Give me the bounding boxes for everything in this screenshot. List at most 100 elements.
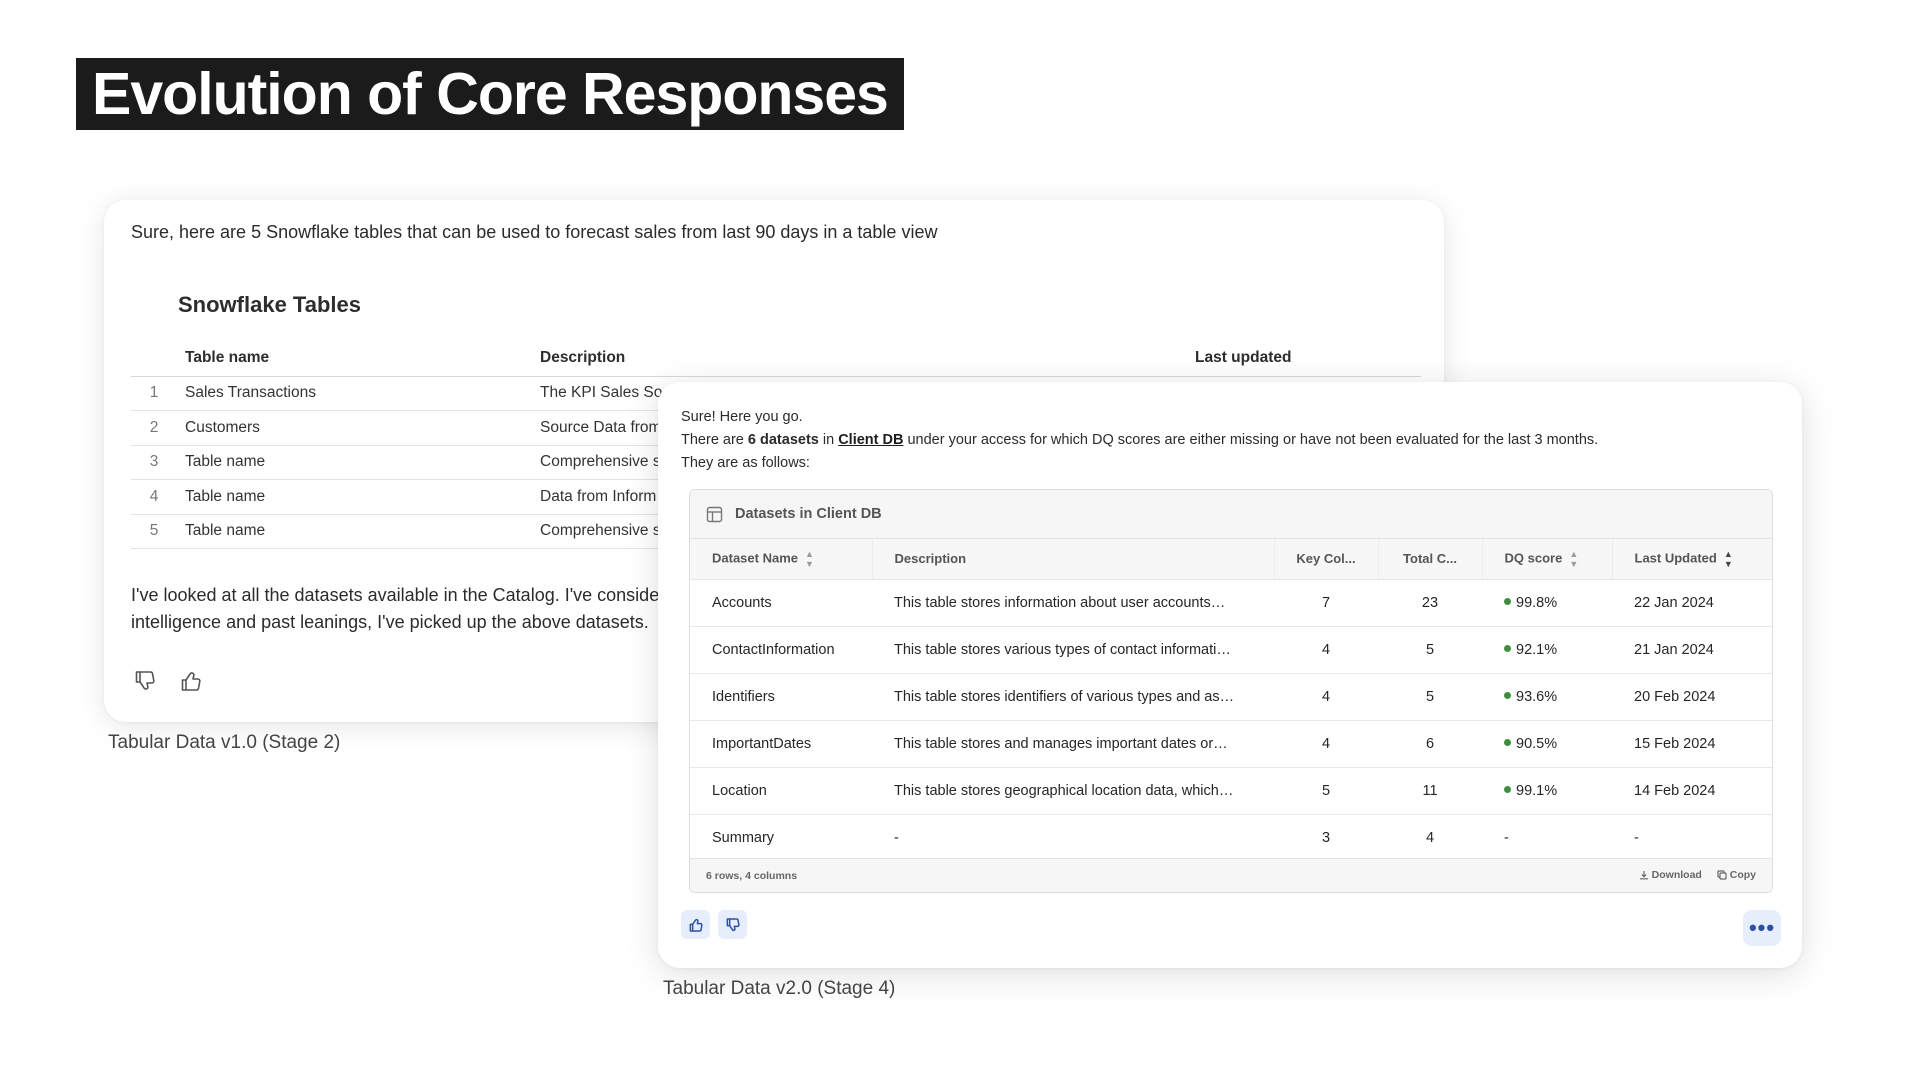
footer-actions: Download Copy: [1627, 869, 1756, 883]
description-cell: This table stores information about user…: [872, 579, 1274, 627]
total-columns-cell: 11: [1378, 767, 1482, 815]
v1-caption: Tabular Data v1.0 (Stage 2): [108, 732, 341, 753]
thumbs-down-button[interactable]: [718, 910, 747, 939]
description-cell: This table stores and manages important …: [872, 720, 1274, 768]
dq-score-value: 99.8%: [1516, 594, 1558, 611]
v1-col-description: Description: [540, 340, 1195, 377]
col-dq-score[interactable]: DQ score ▲ ▼: [1482, 539, 1613, 580]
v1-table-header-row: Table name Description Last updated: [131, 340, 1421, 377]
client-db-link[interactable]: Client DB: [838, 432, 903, 448]
key-columns-cell: 4: [1274, 673, 1378, 721]
key-columns-cell: 3: [1274, 814, 1378, 862]
more-icon: •••: [1748, 915, 1776, 940]
table-row[interactable]: Accounts This table stores information a…: [690, 579, 1772, 627]
last-updated-cell: 22 Jan 2024: [1612, 579, 1772, 627]
last-updated-cell: -: [1612, 814, 1772, 862]
dataset-name-cell: Summary: [690, 814, 872, 862]
dq-score-value: 90.5%: [1516, 735, 1558, 752]
col-key-columns: Key Col...: [1274, 539, 1379, 580]
dataset-count: 6 datasets: [747, 432, 819, 448]
table-row[interactable]: ContactInformation This table stores var…: [690, 626, 1772, 674]
copy-button[interactable]: Copy: [1717, 869, 1756, 881]
datasets-table: Dataset Name ▲ ▼ Description Key Col... To…: [690, 539, 1772, 862]
table-name-cell: Table name: [185, 479, 540, 515]
row-number: 4: [131, 479, 185, 515]
row-column-count: 6 rows, 4 columns: [706, 869, 798, 882]
description-cell: This table stores various types of conta…: [872, 626, 1274, 674]
table-name-cell: Customers: [185, 410, 540, 446]
dataset-name-cell: Location: [690, 767, 872, 815]
thumbs-down-button[interactable]: [130, 666, 160, 696]
key-columns-cell: 4: [1274, 626, 1378, 674]
response-card-v2: Sure! Here you go. There are 6 datasets …: [658, 382, 1802, 968]
datasets-table-footer: 6 rows, 4 columns Download Copy: [690, 858, 1772, 892]
dataset-name-cell: Accounts: [690, 579, 872, 627]
datasets-table-header: Datasets in Client DB: [690, 490, 1772, 539]
status-dot-icon: [1504, 786, 1511, 794]
dataset-name-cell: Identifiers: [690, 673, 872, 721]
dq-score-value: 92.1%: [1516, 641, 1558, 658]
v2-text: under your access for which DQ scores ar…: [903, 432, 1599, 448]
dq-score-cell: 99.8%: [1482, 579, 1612, 627]
v2-message: Sure! Here you go. There are 6 datasets …: [681, 406, 1598, 475]
v2-text: There are: [681, 432, 748, 448]
description-cell: -: [872, 814, 1274, 862]
row-number: 3: [131, 445, 185, 480]
dq-score-cell: 93.6%: [1482, 673, 1612, 721]
thumbs-down-icon: [726, 917, 740, 931]
key-columns-cell: 4: [1274, 720, 1378, 768]
download-icon: [1639, 870, 1648, 879]
col-description: Description: [872, 539, 1275, 580]
v2-text: in: [818, 432, 839, 448]
col-dataset-name[interactable]: Dataset Name ▲ ▼: [690, 539, 873, 580]
last-updated-cell: 21 Jan 2024: [1612, 626, 1772, 674]
v2-message-line-3: They are as follows:: [681, 455, 810, 471]
dataset-name-cell: ContactInformation: [690, 626, 872, 674]
datasets-table-widget: Datasets in Client DB Dataset Name ▲ ▼ Des…: [689, 489, 1773, 893]
status-dot-icon: [1504, 739, 1511, 747]
v2-message-line-1: Sure! Here you go.: [681, 409, 803, 425]
dq-score-cell: 99.1%: [1482, 767, 1612, 815]
v1-col-table-name: Table name: [185, 340, 540, 377]
sort-icon: ▲ ▼: [1569, 548, 1579, 569]
total-columns-cell: 6: [1378, 720, 1482, 768]
status-dot-icon: [1504, 645, 1511, 653]
dq-score-cell: -: [1482, 814, 1612, 862]
key-columns-cell: 7: [1274, 579, 1378, 627]
dq-score-value: 99.1%: [1516, 782, 1558, 799]
table-row[interactable]: Location This table stores geographical …: [690, 767, 1772, 815]
thumbs-up-icon: [181, 672, 201, 691]
description-cell: This table stores identifiers of various…: [872, 673, 1274, 721]
thumbs-up-button[interactable]: [681, 910, 710, 939]
status-dot-icon: [1504, 692, 1511, 700]
dataset-name-cell: ImportantDates: [690, 720, 872, 768]
thumbs-up-icon: [689, 918, 703, 932]
total-columns-cell: 5: [1378, 673, 1482, 721]
sort-icon: ▲ ▼: [805, 548, 814, 569]
last-updated-cell: 14 Feb 2024: [1612, 767, 1772, 815]
row-number: 2: [131, 410, 185, 446]
v1-intro-text: Sure, here are 5 Snowflake tables that c…: [131, 222, 938, 242]
v2-message-line-2: There are 6 datasets in Client DB under …: [681, 429, 1598, 452]
table-row[interactable]: Summary - 3 4 - -: [690, 814, 1772, 862]
more-options-button[interactable]: •••: [1743, 910, 1781, 946]
table-row[interactable]: Identifiers This table stores identifier…: [690, 673, 1772, 721]
row-number: 5: [131, 514, 185, 549]
table-name-cell: Table name: [185, 445, 540, 480]
table-row[interactable]: ImportantDates This table stores and man…: [690, 720, 1772, 768]
status-dot-icon: [1504, 598, 1511, 606]
col-label: Last Updated: [1634, 550, 1717, 566]
v1-col-index: [131, 340, 185, 377]
v1-col-last-updated: Last updated: [1195, 340, 1421, 377]
datasets-header-row: Dataset Name ▲ ▼ Description Key Col... To…: [690, 539, 1772, 580]
download-button[interactable]: Download: [1639, 869, 1702, 881]
col-last-updated[interactable]: Last Updated ▲ ▼: [1612, 539, 1772, 580]
copy-icon: [1717, 869, 1727, 880]
last-updated-cell: 20 Feb 2024: [1612, 673, 1772, 721]
row-number: 1: [131, 376, 185, 411]
total-columns-cell: 4: [1378, 814, 1482, 862]
col-label: Dataset Name: [712, 550, 798, 566]
thumbs-up-button[interactable]: [176, 666, 206, 696]
dq-score-value: 93.6%: [1516, 688, 1558, 705]
v2-caption: Tabular Data v2.0 (Stage 4): [663, 978, 896, 999]
